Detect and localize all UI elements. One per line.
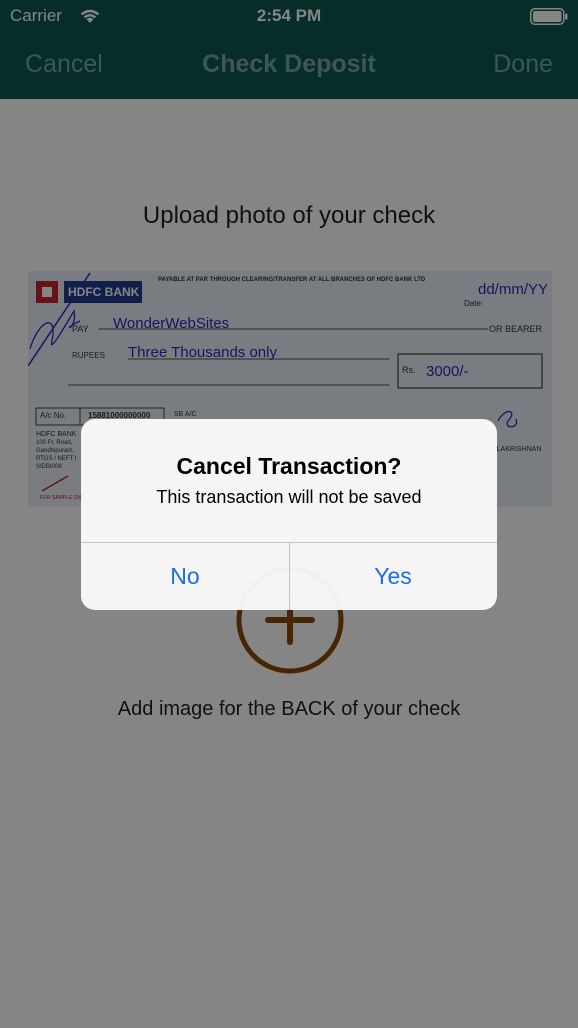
yes-button[interactable]: Yes: [289, 543, 497, 610]
alert-message: This transaction will not be saved: [156, 487, 422, 507]
cancel-transaction-alert: Cancel Transaction? This transaction wil…: [81, 419, 497, 610]
alert-title: Cancel Transaction?: [176, 453, 402, 479]
no-button[interactable]: No: [81, 543, 289, 610]
